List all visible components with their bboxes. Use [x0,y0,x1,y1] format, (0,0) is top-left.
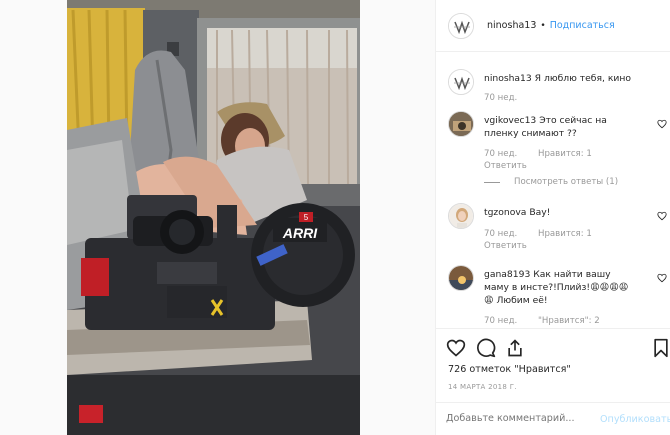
post-header: ninosha13 • Подписаться [436,0,670,52]
share-icon[interactable] [505,338,525,358]
comment-time[interactable]: 70 нед. [484,229,517,239]
instagram-post-page: 5 ARRI ninosha13 • Подписаться ninosha13… [0,0,670,435]
avatar[interactable] [448,203,474,229]
likes-count[interactable]: 726 отметок "Нравится" [448,364,571,375]
view-replies-button[interactable]: Посмотреть ответы (1) [484,177,618,187]
like-comment-heart-icon[interactable] [657,119,667,129]
heart-icon[interactable] [446,338,466,358]
publish-button[interactable]: Опубликовать [600,414,670,425]
comment-body: Вау! [529,207,551,218]
comment-time[interactable]: 70 нед. [484,149,517,159]
separator-dot: • [540,20,546,31]
comment-likes[interactable]: Нравится: 1 [538,149,592,159]
avatar[interactable] [448,12,474,39]
avatar[interactable] [448,111,474,137]
comment-text: tgzonova Вау! [484,206,636,219]
avatar-logo-icon [449,70,473,94]
caption-time[interactable]: 70 нед. [484,93,517,103]
bookmark-icon[interactable] [651,338,670,358]
avatar-sunset-icon [449,266,473,290]
avatar[interactable] [448,69,474,95]
like-comment-heart-icon[interactable] [657,273,667,283]
view-replies-label[interactable]: Посмотреть ответы (1) [514,177,618,187]
post-username[interactable]: ninosha13 [487,20,536,31]
arri-logo-text: ARRI [282,225,318,241]
caption-body: Я люблю тебя, кино [534,73,631,84]
caption-meta: 70 нед. [484,93,535,103]
comment-time[interactable]: 70 нед. [484,316,517,326]
avatar-photo-icon [449,204,473,228]
comment-meta: Ответить [484,241,545,251]
add-comment-bar: Опубликовать [436,402,670,435]
add-comment-input[interactable] [446,413,596,424]
comment-username[interactable]: gana8193 [484,269,530,280]
comment-meta: Ответить [484,161,545,171]
caption-text: ninosha13 Я люблю тебя, кино [484,72,636,85]
comment-username[interactable]: tgzonova [484,207,526,218]
comment-meta: 70 нед. "Нравится": 2 [484,316,618,326]
comment-text: gana8193 Как найти вашу маму в инсте?!Пл… [484,268,636,307]
reply-button[interactable]: Ответить [484,241,527,251]
post-actions: 726 отметок "Нравится" 14 МАРТА 2018 Г. … [436,328,670,435]
photo-illustration: 5 ARRI [67,0,360,435]
post-photo[interactable]: 5 ARRI [67,0,360,435]
avatar[interactable] [448,265,474,291]
comments-list[interactable]: ninosha13 Я люблю тебя, кино 70 нед. vgi… [436,53,670,328]
caption-username[interactable]: ninosha13 [484,73,532,84]
post-sidebar: ninosha13 • Подписаться ninosha13 Я любл… [435,0,670,435]
post-date[interactable]: 14 МАРТА 2018 Г. [448,383,517,391]
avatar-photo-icon [449,112,473,136]
comment-username[interactable]: vgikovec13 [484,115,536,126]
magazine-number: 5 [304,213,309,222]
like-comment-heart-icon[interactable] [657,211,667,221]
comment-likes[interactable]: Нравится: 1 [538,229,592,239]
replies-divider [484,181,500,183]
reply-button[interactable]: Ответить [484,161,527,171]
comment-icon[interactable] [476,338,496,358]
comment-likes[interactable]: "Нравится": 2 [538,316,600,326]
follow-button[interactable]: Подписаться [550,20,615,31]
comment-meta: 70 нед. Нравится: 1 [484,229,610,239]
avatar-logo-icon [449,13,473,38]
comment-meta: 70 нед. Нравится: 1 [484,149,610,159]
comment-text: vgikovec13 Это сейчас на пленку снимают … [484,114,636,140]
